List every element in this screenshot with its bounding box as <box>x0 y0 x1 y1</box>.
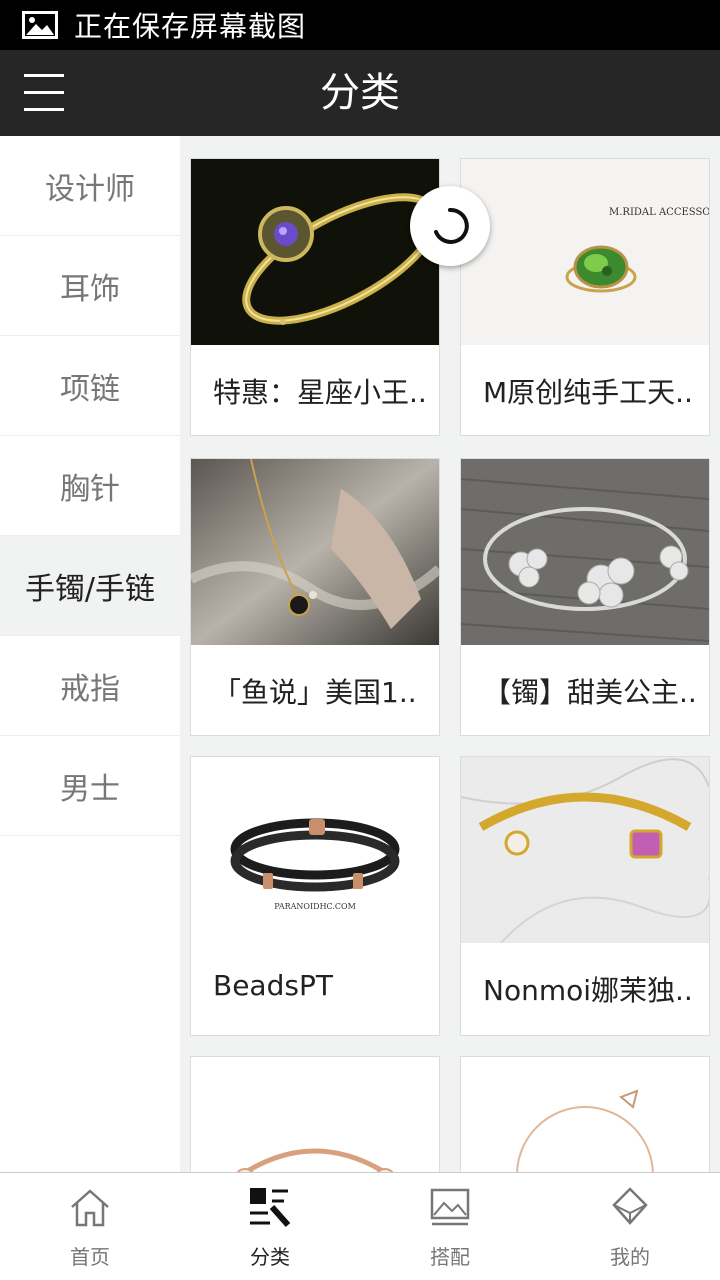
status-bar: 正在保存屏幕截图 <box>0 0 720 50</box>
sidebar-item-brooches[interactable]: 胸针 <box>0 436 180 536</box>
image-caption: M.RIDAL ACCESSORIES <box>609 207 709 218</box>
tab-home[interactable]: 首页 <box>0 1173 180 1280</box>
product-image <box>461 459 709 645</box>
bottom-tab-bar: 首页 分类 搭配 我的 <box>0 1172 720 1280</box>
product-image <box>461 757 709 943</box>
sidebar-item-label: 耳饰 <box>60 271 120 307</box>
product-name: 特惠：星座小王.. <box>213 376 427 409</box>
tab-category[interactable]: 分类 <box>180 1173 360 1280</box>
app-header: 分类 <box>0 50 720 136</box>
tab-label: 首页 <box>70 1245 110 1269</box>
sidebar-item-label: 项链 <box>60 371 120 407</box>
sidebar-item-necklaces[interactable]: 项链 <box>0 336 180 436</box>
product-name: 【镯】甜美公主.. <box>483 676 697 709</box>
picture-icon <box>430 1188 470 1226</box>
tab-mine[interactable]: 我的 <box>540 1173 720 1280</box>
product-card[interactable]: M.RIDAL ACCESSORIES M原创纯手工天.. <box>460 158 710 436</box>
status-text: 正在保存屏幕截图 <box>74 10 307 43</box>
home-icon <box>71 1189 109 1227</box>
image-caption: PARANOIDHC.COM <box>274 902 356 911</box>
product-card[interactable] <box>190 1056 440 1172</box>
sidebar-item-bracelets[interactable]: 手镯/手链 <box>0 536 180 636</box>
product-name: Nonmoi娜茉独.. <box>483 974 693 1007</box>
category-sidebar: 设计师 耳饰 项链 胸针 手镯/手链 戒指 男士 <box>0 136 180 1172</box>
product-card[interactable] <box>460 1056 710 1172</box>
spinner-icon <box>434 207 469 244</box>
category-icon <box>250 1188 291 1227</box>
product-grid: 特惠：星座小王.. M.RIDAL ACCESSORIES M原创纯手工天.. <box>180 136 720 1172</box>
sidebar-item-rings[interactable]: 戒指 <box>0 636 180 736</box>
product-image <box>191 459 439 645</box>
tab-label: 搭配 <box>430 1245 470 1269</box>
sidebar-item-men[interactable]: 男士 <box>0 736 180 836</box>
page-title: 分类 <box>320 70 400 116</box>
product-card[interactable]: 「鱼说」美国1.. <box>190 458 440 736</box>
sidebar-item-designer[interactable]: 设计师 <box>0 136 180 236</box>
sidebar-item-label: 男士 <box>60 771 120 807</box>
sidebar-item-label: 戒指 <box>60 671 120 707</box>
sidebar-item-label: 手镯/手链 <box>24 571 156 607</box>
product-image <box>461 1057 709 1172</box>
image-icon <box>22 11 58 39</box>
product-image <box>191 1057 439 1172</box>
sidebar-item-label: 设计师 <box>45 171 135 207</box>
sidebar-empty-space <box>0 836 180 1172</box>
product-card[interactable]: 特惠：星座小王.. <box>190 158 440 436</box>
product-image: PARANOIDHC.COM <box>191 757 439 943</box>
product-card[interactable]: Nonmoi娜茉独.. <box>460 756 710 1036</box>
product-name: BeadsPT <box>213 969 333 1002</box>
tab-label: 分类 <box>250 1245 290 1269</box>
diamond-icon <box>612 1187 648 1225</box>
product-card[interactable]: 【镯】甜美公主.. <box>460 458 710 736</box>
product-name: M原创纯手工天.. <box>483 376 693 409</box>
sidebar-item-label: 胸针 <box>60 471 120 507</box>
tab-outfit[interactable]: 搭配 <box>360 1173 540 1280</box>
product-image: M.RIDAL ACCESSORIES <box>461 159 709 345</box>
loading-spinner <box>410 186 490 266</box>
product-card[interactable]: PARANOIDHC.COM BeadsPT <box>190 756 440 1036</box>
product-image <box>191 159 439 345</box>
product-name: 「鱼说」美国1.. <box>213 676 417 709</box>
tab-label: 我的 <box>610 1245 650 1269</box>
sidebar-item-earrings[interactable]: 耳饰 <box>0 236 180 336</box>
